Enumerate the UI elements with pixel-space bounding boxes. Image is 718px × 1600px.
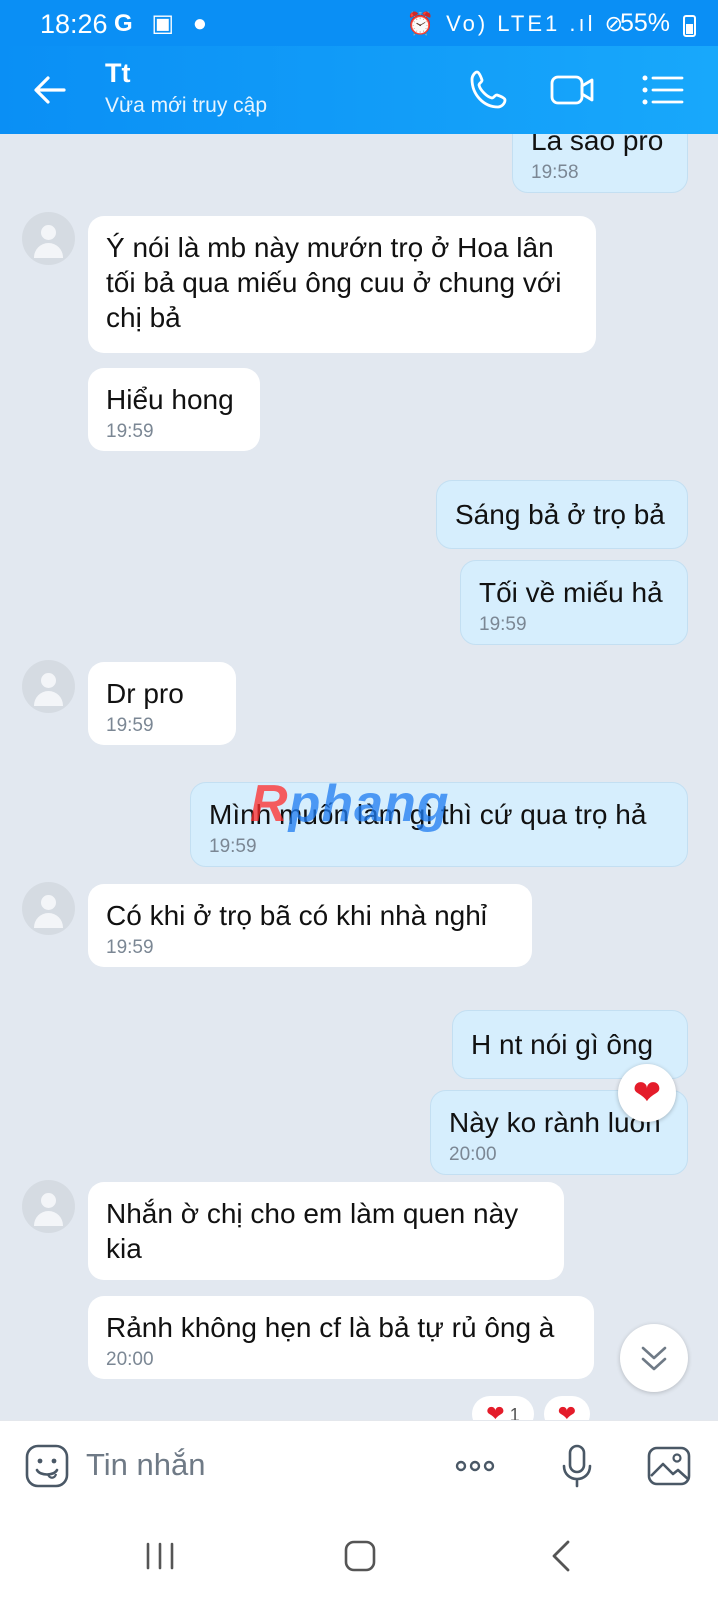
microphone-icon[interactable] [554,1443,600,1489]
avatar[interactable] [22,212,75,265]
scroll-to-bottom-button[interactable] [620,1324,688,1392]
recent-apps-icon[interactable] [138,1534,182,1578]
double-chevron-down-icon [641,1346,667,1371]
phone-call-icon[interactable] [465,66,513,114]
message-text: Nhắn ờ chị cho em làm quen này kia [106,1198,519,1264]
message-text: Rảnh không hẹn cf là bả tự rủ ông à [106,1312,555,1343]
message-text: Tối về miếu hả [479,577,663,608]
video-call-icon[interactable] [548,66,596,114]
system-navigation-bar [0,1512,718,1600]
status-bar: 18:26 G ▣ ● ⏰ Vo) LTE1 .ıl ⊘ 55% [0,0,718,46]
image-gallery-icon[interactable] [646,1443,692,1489]
status-time: 18:26 [40,9,108,39]
message-bubble-incoming[interactable]: Hiểu hong 19:59 [88,368,260,451]
message-time: 20:00 [449,1144,497,1165]
heart-icon: ❤ [557,1401,577,1420]
battery-icon [683,15,696,37]
back-icon[interactable] [540,1534,584,1578]
contact-status: Vừa mới truy cập [105,94,268,117]
message-text: Là sao pro [531,134,664,156]
message-text: Sáng bả ở trọ bả [455,499,665,530]
message-bubble-incoming[interactable]: Có khi ở trọ bã có khi nhà nghỉ 19:59 [88,884,532,967]
message-bubble-incoming[interactable]: Nhắn ờ chị cho em làm quen này kia [88,1182,564,1280]
message-bubble-incoming[interactable]: Rảnh không hẹn cf là bả tự rủ ông à 20:0… [88,1296,594,1379]
battery-level: 55% [619,9,670,37]
message-time: 19:58 [531,162,579,183]
message-time: 19:59 [106,715,154,736]
heart-reaction-icon[interactable]: ❤ [618,1064,676,1122]
message-bubble-incoming[interactable]: Ý nói là mb này mướn trọ ở Hoa lân tối b… [88,216,596,353]
back-arrow-icon[interactable] [28,68,72,112]
message-text: H nt nói gì ông [471,1029,654,1060]
chat-header: Tt Vừa mới truy cập [0,46,718,134]
message-time: 19:59 [106,937,154,958]
avatar[interactable] [22,660,75,713]
message-time: 19:59 [106,421,154,442]
sticker-emoji-icon[interactable] [24,1443,70,1489]
message-text: Có khi ở trọ bã có khi nhà nghỉ [106,900,488,931]
reaction-count: 1 [509,1405,520,1420]
message-composer: Tin nhắn [0,1420,718,1512]
message-text: Hiểu hong [106,384,234,415]
avatar[interactable] [22,1180,75,1233]
message-input[interactable]: Tin nhắn [86,1447,206,1483]
message-bubble-outgoing[interactable]: Sáng bả ở trọ bả [436,480,688,549]
home-icon[interactable] [338,1534,382,1578]
message-time: 20:00 [106,1349,154,1370]
message-bubble-outgoing[interactable]: Tối về miếu hả 19:59 [460,560,688,645]
more-options-icon[interactable] [452,1443,498,1489]
message-bubble-outgoing[interactable]: Là sao pro 19:58 [512,134,688,193]
message-text: Ý nói là mb này mướn trọ ở Hoa lân tối b… [106,232,562,333]
message-time: 19:59 [209,836,257,857]
message-text: Dr pro [106,678,184,709]
notification-icons: G ▣ ● [114,10,214,37]
menu-list-icon[interactable] [638,66,686,114]
message-bubble-incoming[interactable]: Dr pro 19:59 [88,662,236,745]
reaction-count-badge[interactable]: ❤ 1 [472,1396,534,1420]
contact-name[interactable]: Tt [105,58,130,89]
message-list[interactable]: Là sao pro 19:58 Ý nói là mb này mướn tr… [0,134,718,1420]
avatar[interactable] [22,882,75,935]
add-reaction-button[interactable]: ❤ [544,1396,590,1420]
watermark-logo: Rphang [250,775,450,833]
message-time: 19:59 [479,614,527,635]
heart-icon: ❤ [486,1401,505,1420]
system-icons: ⏰ Vo) LTE1 .ıl ⊘ [406,11,626,36]
